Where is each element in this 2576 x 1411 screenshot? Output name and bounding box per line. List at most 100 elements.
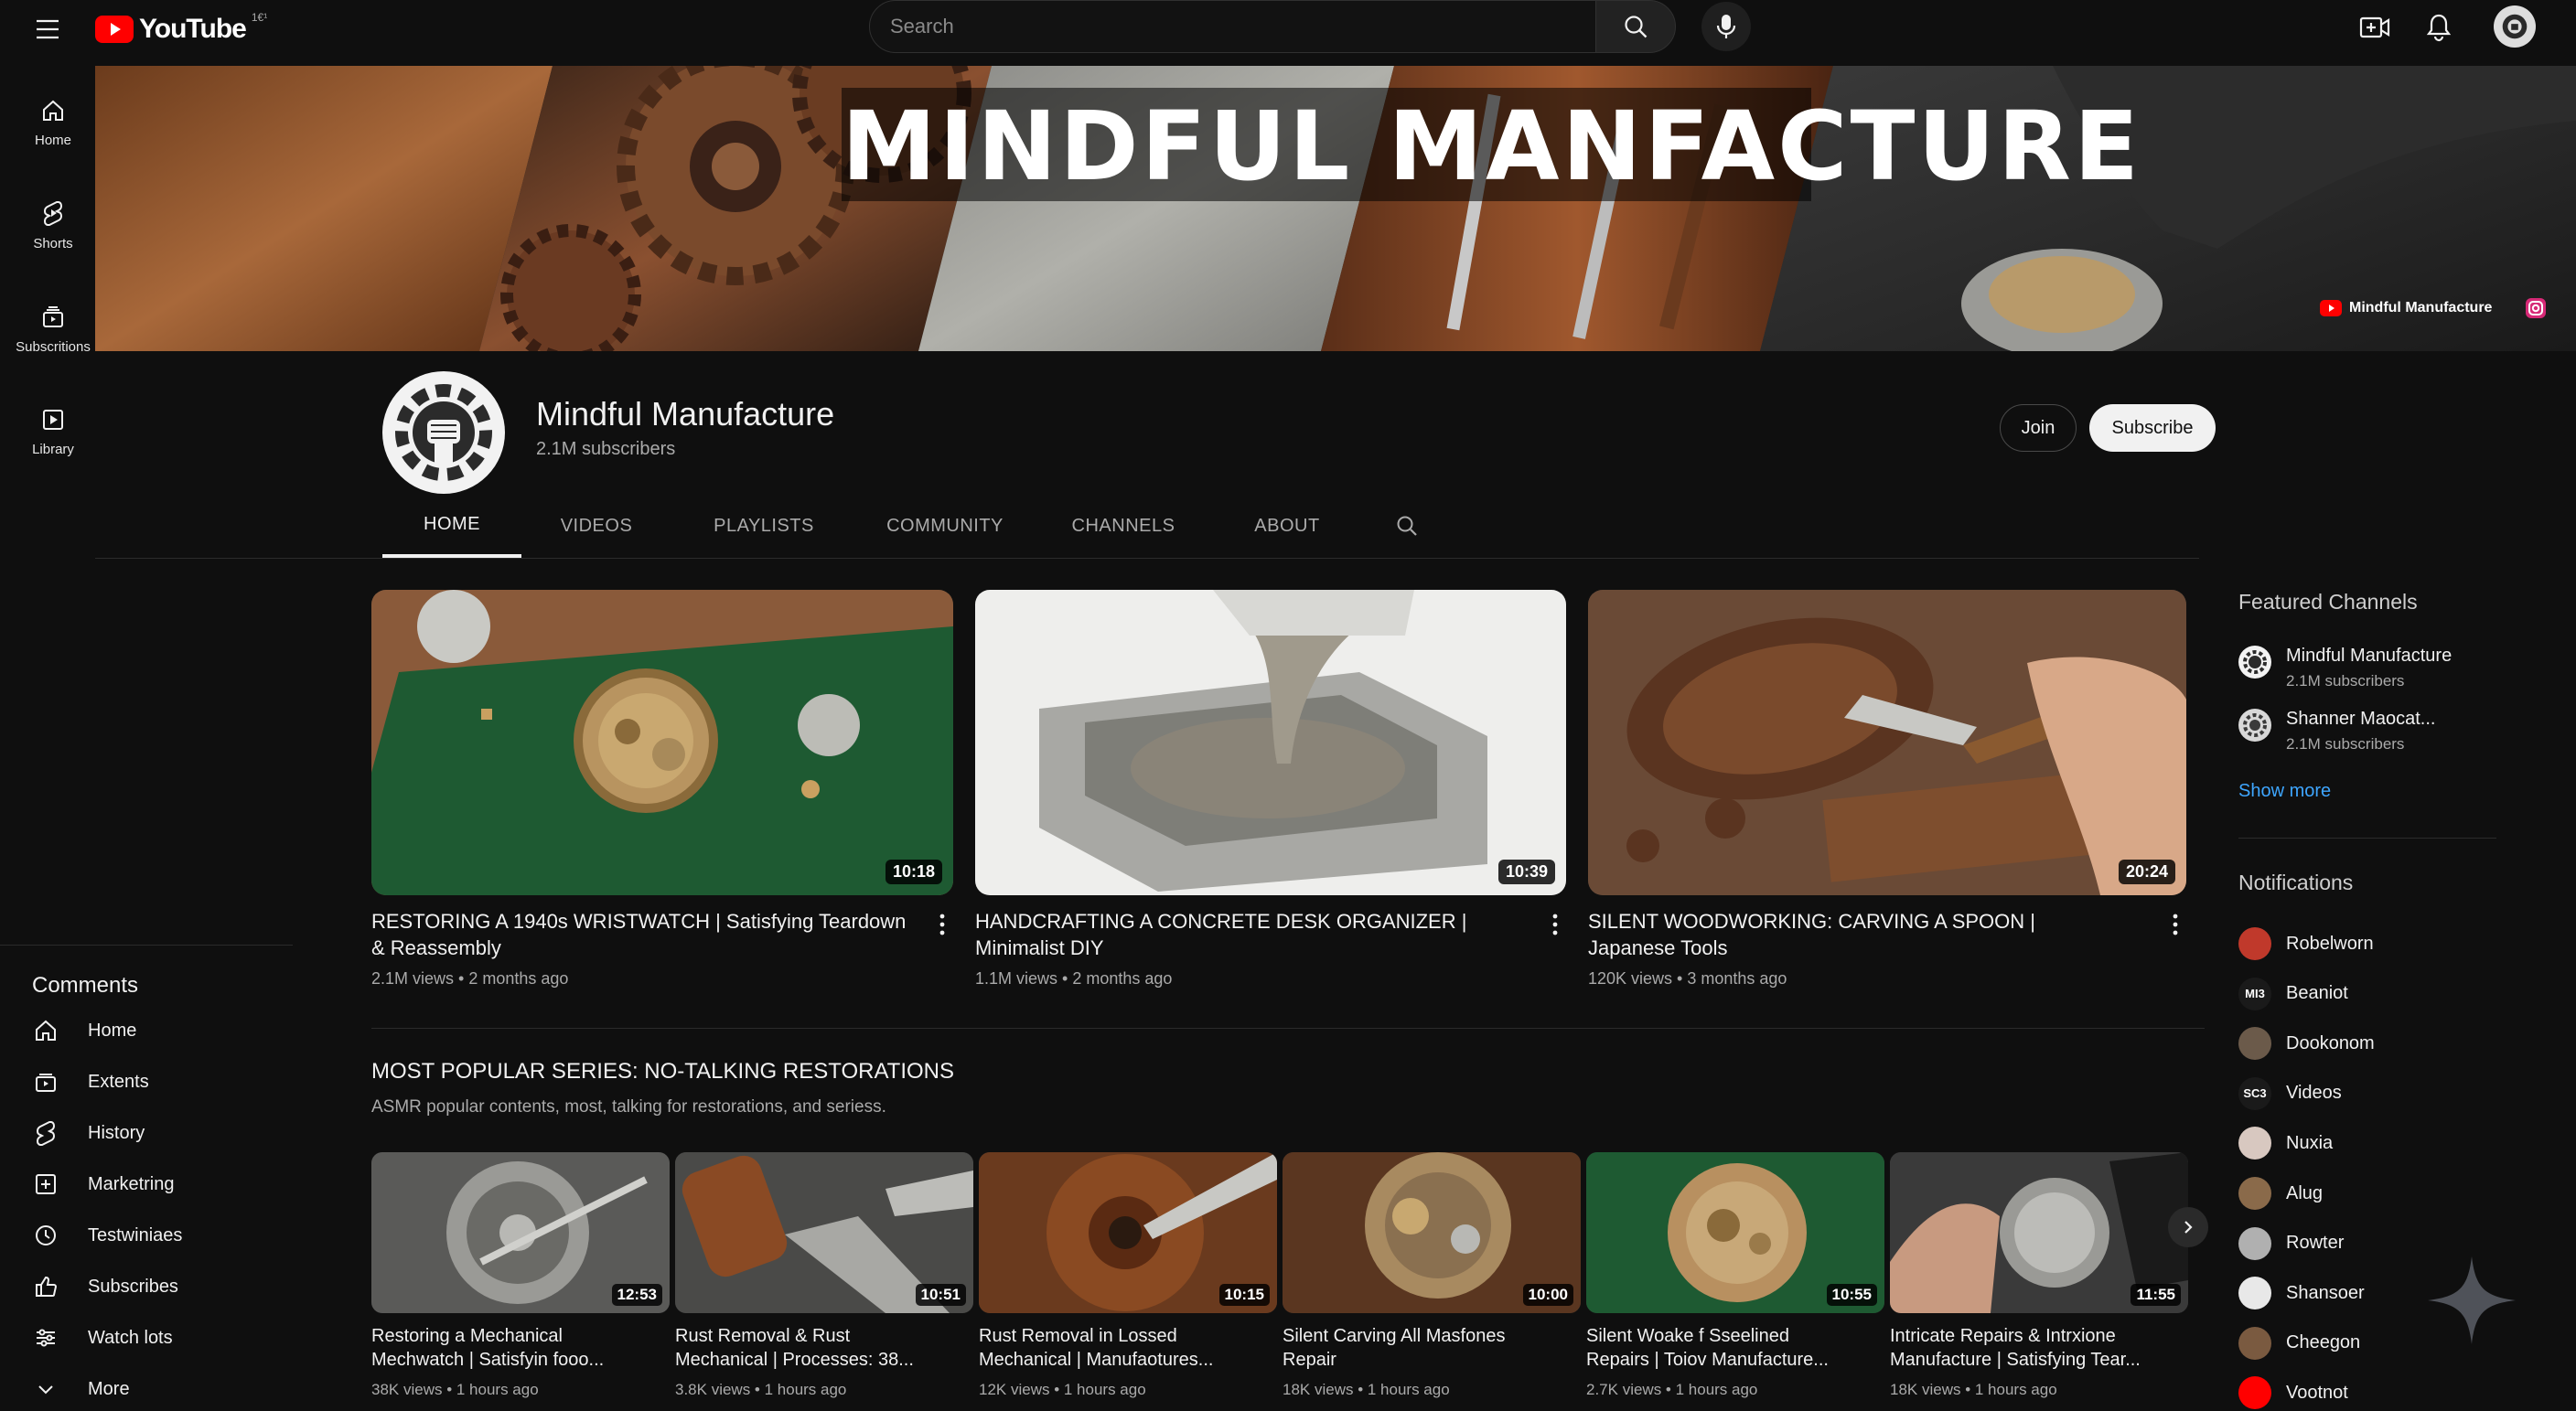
subscribe-button[interactable]: Subscribe (2089, 404, 2216, 452)
video-thumbnail[interactable]: 10:18 (371, 590, 953, 895)
video-thumbnail[interactable]: 10:15 (979, 1152, 1277, 1313)
series-video-card[interactable]: 10:15 Rust Removal in Lossed Mechanical … (979, 1152, 1277, 1399)
video-title-line-1[interactable]: Silent Woake f Sseelined (1586, 1324, 1884, 1348)
comments-item-marketing[interactable]: Marketring (33, 1166, 174, 1203)
notification-item[interactable]: Rowter (2238, 1225, 2344, 1262)
video-title-line-2[interactable]: Repair (1283, 1348, 1581, 1372)
more-options-icon[interactable] (2164, 908, 2186, 941)
more-options-icon[interactable] (931, 908, 953, 941)
tab-videos[interactable]: VIDEOS (521, 494, 671, 558)
channel-subscriber-count: 2.1M subscribers (536, 439, 676, 459)
video-title[interactable]: SILENT WOODWORKING: CARVING A SPOON | Ja… (1588, 908, 2128, 961)
video-title-line-1[interactable]: Rust Removal & Rust (675, 1324, 973, 1348)
series-title[interactable]: MOST POPULAR SERIES: NO-TALKING RESTORAT… (371, 1059, 954, 1085)
create-video-button[interactable] (2356, 9, 2393, 46)
video-title-line-2[interactable]: Manufacture | Satisfying Tear... (1890, 1348, 2188, 1372)
video-duration: 10:55 (1826, 1284, 1877, 1306)
tab-playlists[interactable]: PLAYLISTS (671, 494, 856, 558)
featured-channel-item[interactable]: Shanner Maocat... 2.1M subscribers (2238, 709, 2435, 754)
video-thumbnail[interactable]: 10:00 (1283, 1152, 1581, 1313)
notification-name: Videos (2286, 1083, 2342, 1104)
notification-name: Vootnot (2286, 1382, 2348, 1403)
notifications-button[interactable] (2420, 9, 2457, 46)
notification-item[interactable]: SC3 Videos (2238, 1075, 2342, 1112)
notification-name: Nuxia (2286, 1132, 2334, 1153)
voice-search-button[interactable] (1701, 2, 1751, 51)
tabs-divider (95, 558, 2199, 559)
subscriptions-icon (43, 305, 63, 327)
video-thumbnail[interactable]: 10:39 (975, 590, 1566, 895)
video-thumbnail[interactable]: 10:55 (1586, 1152, 1884, 1313)
video-card[interactable]: 10:39 HANDCRAFTING A CONCRETE DESK ORGAN… (975, 590, 1566, 989)
notification-item[interactable]: Dookonom (2238, 1025, 2375, 1062)
series-video-card[interactable]: 11:55 Intricate Repairs & Intrxione Manu… (1890, 1152, 2188, 1399)
notification-item[interactable]: Nuxia (2238, 1125, 2333, 1161)
notification-item[interactable]: Shansoer (2238, 1275, 2365, 1311)
youtube-logo[interactable]: YouTube 1€¹ (95, 11, 268, 46)
comments-item-subscribes[interactable]: Subscribes (33, 1268, 178, 1305)
tab-community[interactable]: COMMUNITY (856, 494, 1034, 558)
video-title-line-2[interactable]: Mechwatch | Satisfyin fooo... (371, 1348, 670, 1372)
channel-avatar[interactable] (382, 371, 505, 494)
comments-item-label: Testwiniaes (88, 1224, 183, 1245)
video-title-line-2[interactable]: Mechanical | Processes: 38... (675, 1348, 973, 1372)
video-thumbnail[interactable]: 10:51 (675, 1152, 973, 1313)
comments-item-testimonials[interactable]: Testwiniaes (33, 1217, 182, 1254)
channel-search-button[interactable] (1361, 494, 1453, 558)
rail-item-library[interactable]: Library (5, 390, 101, 474)
notification-name: Shansoer (2286, 1282, 2365, 1303)
series-video-card[interactable]: 10:55 Silent Woake f Sseelined Repairs |… (1586, 1152, 1884, 1399)
video-card[interactable]: 10:18 RESTORING A 1940s WRISTWATCH | Sat… (371, 590, 953, 989)
notification-item[interactable]: MI3 Beaniot (2238, 976, 2348, 1012)
notification-name: Rowter (2286, 1233, 2345, 1254)
search-input[interactable] (890, 15, 1595, 38)
featured-channel-item[interactable]: Mindful Manufacture 2.1M subscribers (2238, 646, 2452, 690)
comments-item-home[interactable]: Home (33, 1012, 136, 1049)
join-button[interactable]: Join (2000, 404, 2077, 452)
carousel-next-button[interactable] (2168, 1207, 2208, 1247)
search-button[interactable] (1595, 0, 1676, 53)
comments-item-watch-lots[interactable]: Watch lots (33, 1320, 173, 1356)
notification-item[interactable]: Robelworn (2238, 925, 2374, 962)
menu-icon[interactable] (31, 13, 64, 46)
rail-label: Shorts (33, 235, 73, 251)
video-title-line-1[interactable]: Restoring a Mechanical (371, 1324, 670, 1348)
notification-item[interactable]: Cheegon (2238, 1325, 2360, 1362)
video-thumbnail[interactable]: 11:55 (1890, 1152, 2188, 1313)
video-card[interactable]: 20:24 SILENT WOODWORKING: CARVING A SPOO… (1588, 590, 2186, 989)
comments-item-history[interactable]: History (33, 1115, 145, 1151)
account-avatar[interactable] (2494, 5, 2536, 48)
video-title-line-2[interactable]: Repairs | Toiov Manufacture... (1586, 1348, 1884, 1372)
rail-item-home[interactable]: Home (5, 80, 101, 165)
series-video-card[interactable]: 10:00 Silent Carving All Masfones Repair… (1283, 1152, 1581, 1399)
notification-item[interactable]: Vootnot (2238, 1374, 2348, 1411)
video-title-line-1[interactable]: Rust Removal in Lossed (979, 1324, 1277, 1348)
video-title[interactable]: HANDCRAFTING A CONCRETE DESK ORGANIZER |… (975, 908, 1506, 961)
show-more-link[interactable]: Show more (2238, 781, 2331, 802)
youtube-play-icon (2320, 300, 2342, 316)
tab-about[interactable]: ABOUT (1213, 494, 1361, 558)
home-icon (36, 1020, 56, 1041)
series-video-card[interactable]: 10:51 Rust Removal & Rust Mechanical | P… (675, 1152, 973, 1399)
search-icon (1625, 16, 1648, 38)
rail-item-subscriptions[interactable]: Subscritions (5, 287, 101, 371)
more-options-icon[interactable] (1544, 908, 1566, 941)
video-title-line-1[interactable]: Silent Carving All Masfones (1283, 1324, 1581, 1348)
video-title-line-2[interactable]: Mechanical | Manufaotures... (979, 1348, 1277, 1372)
series-description: ASMR popular contents, most, talking for… (371, 1097, 886, 1117)
rail-item-shorts[interactable]: Shorts (5, 183, 101, 267)
comments-item-more[interactable]: More (33, 1371, 130, 1407)
video-thumbnail[interactable]: 20:24 (1588, 590, 2186, 895)
instagram-icon[interactable] (2525, 297, 2547, 319)
comments-item-extents[interactable]: Extents (33, 1064, 149, 1100)
video-title-line-1[interactable]: Intricate Repairs & Intrxione (1890, 1324, 2188, 1348)
logo-country-code: 1€¹ (251, 11, 268, 24)
tab-home[interactable]: HOME (382, 494, 521, 558)
video-thumbnail[interactable]: 12:53 (371, 1152, 670, 1313)
tab-channels[interactable]: CHANNELS (1034, 494, 1213, 558)
banner-link-youtube[interactable]: Mindful Manufacture (2320, 294, 2547, 322)
comments-item-label: More (88, 1378, 130, 1399)
series-video-card[interactable]: 12:53 Restoring a Mechanical Mechwatch |… (371, 1152, 670, 1399)
notification-item[interactable]: Alug (2238, 1175, 2323, 1212)
video-title[interactable]: RESTORING A 1940s WRISTWATCH | Satisfyin… (371, 908, 920, 961)
